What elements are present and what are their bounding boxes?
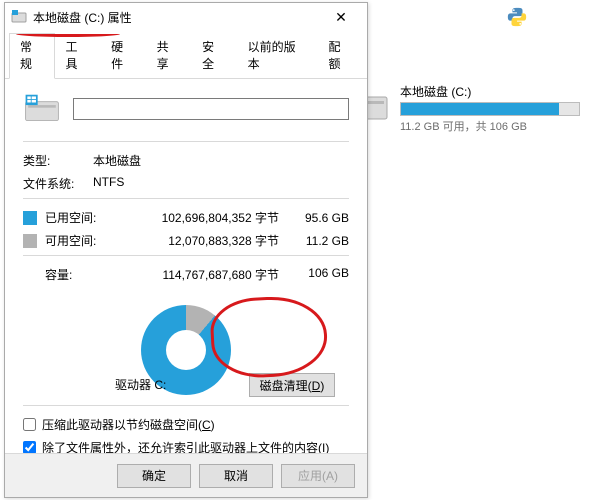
content-disk-icon [23, 93, 61, 125]
ok-button[interactable]: 确定 [117, 464, 191, 488]
capacity-size: 106 GB [293, 266, 349, 283]
used-bytes: 102,696,804,352 字节 [119, 209, 293, 226]
used-size: 95.6 GB [293, 211, 349, 225]
disk-usage-bar [400, 102, 580, 116]
divider [23, 141, 349, 142]
divider [23, 255, 349, 256]
compress-label[interactable]: 压缩此驱动器以节约磁盘空间(C) [42, 416, 215, 433]
tab-strip: 常规 工具 硬件 共享 安全 以前的版本 配额 [5, 33, 367, 79]
tab-security[interactable]: 安全 [191, 33, 237, 78]
close-button[interactable]: ✕ [321, 3, 361, 31]
type-value: 本地磁盘 [93, 152, 141, 169]
tab-hardware[interactable]: 硬件 [100, 33, 146, 78]
apply-button[interactable]: 应用(A) [281, 464, 355, 488]
disk-info: 本地磁盘 (C:) 11.2 GB 可用，共 106 GB [400, 83, 580, 134]
free-bytes: 12,070,883,328 字节 [119, 232, 293, 249]
free-swatch [23, 234, 37, 248]
filesystem-value: NTFS [93, 175, 124, 192]
drive-label: 驱动器 C: [115, 376, 166, 393]
disk-name: 本地磁盘 (C:) [400, 83, 580, 100]
cancel-button[interactable]: 取消 [199, 464, 273, 488]
background-app-icon [506, 6, 528, 28]
properties-dialog: 本地磁盘 (C:) 属性 ✕ 常规 工具 硬件 共享 安全 以前的版本 配额 [4, 2, 368, 498]
tab-previous-versions[interactable]: 以前的版本 [237, 33, 318, 78]
tab-quota[interactable]: 配额 [317, 33, 363, 78]
titlebar-disk-icon [11, 9, 27, 25]
used-swatch [23, 211, 37, 225]
explorer-disk-item[interactable]: 本地磁盘 (C:) 11.2 GB 可用，共 106 GB [346, 82, 576, 134]
tab-tools[interactable]: 工具 [55, 33, 101, 78]
divider [23, 198, 349, 199]
capacity-label: 容量: [45, 266, 119, 283]
tab-content: 类型: 本地磁盘 文件系统: NTFS 已用空间: 102,696,804,35… [5, 79, 367, 466]
filesystem-label: 文件系统: [23, 175, 93, 192]
used-label: 已用空间: [45, 209, 119, 226]
compress-checkbox[interactable] [23, 418, 36, 431]
disk-subtext: 11.2 GB 可用，共 106 GB [400, 118, 580, 134]
tab-sharing[interactable]: 共享 [146, 33, 192, 78]
capacity-bytes: 114,767,687,680 字节 [119, 266, 293, 283]
free-size: 11.2 GB [293, 234, 349, 248]
divider [23, 405, 349, 406]
titlebar[interactable]: 本地磁盘 (C:) 属性 ✕ [5, 3, 367, 31]
type-label: 类型: [23, 152, 93, 169]
free-label: 可用空间: [45, 232, 119, 249]
tab-general[interactable]: 常规 [9, 33, 55, 79]
dialog-title: 本地磁盘 (C:) 属性 [33, 9, 321, 26]
disk-cleanup-button[interactable]: 磁盘清理(D) [249, 373, 335, 397]
volume-label-input[interactable] [73, 98, 349, 120]
dialog-footer: 确定 取消 应用(A) [5, 453, 367, 497]
